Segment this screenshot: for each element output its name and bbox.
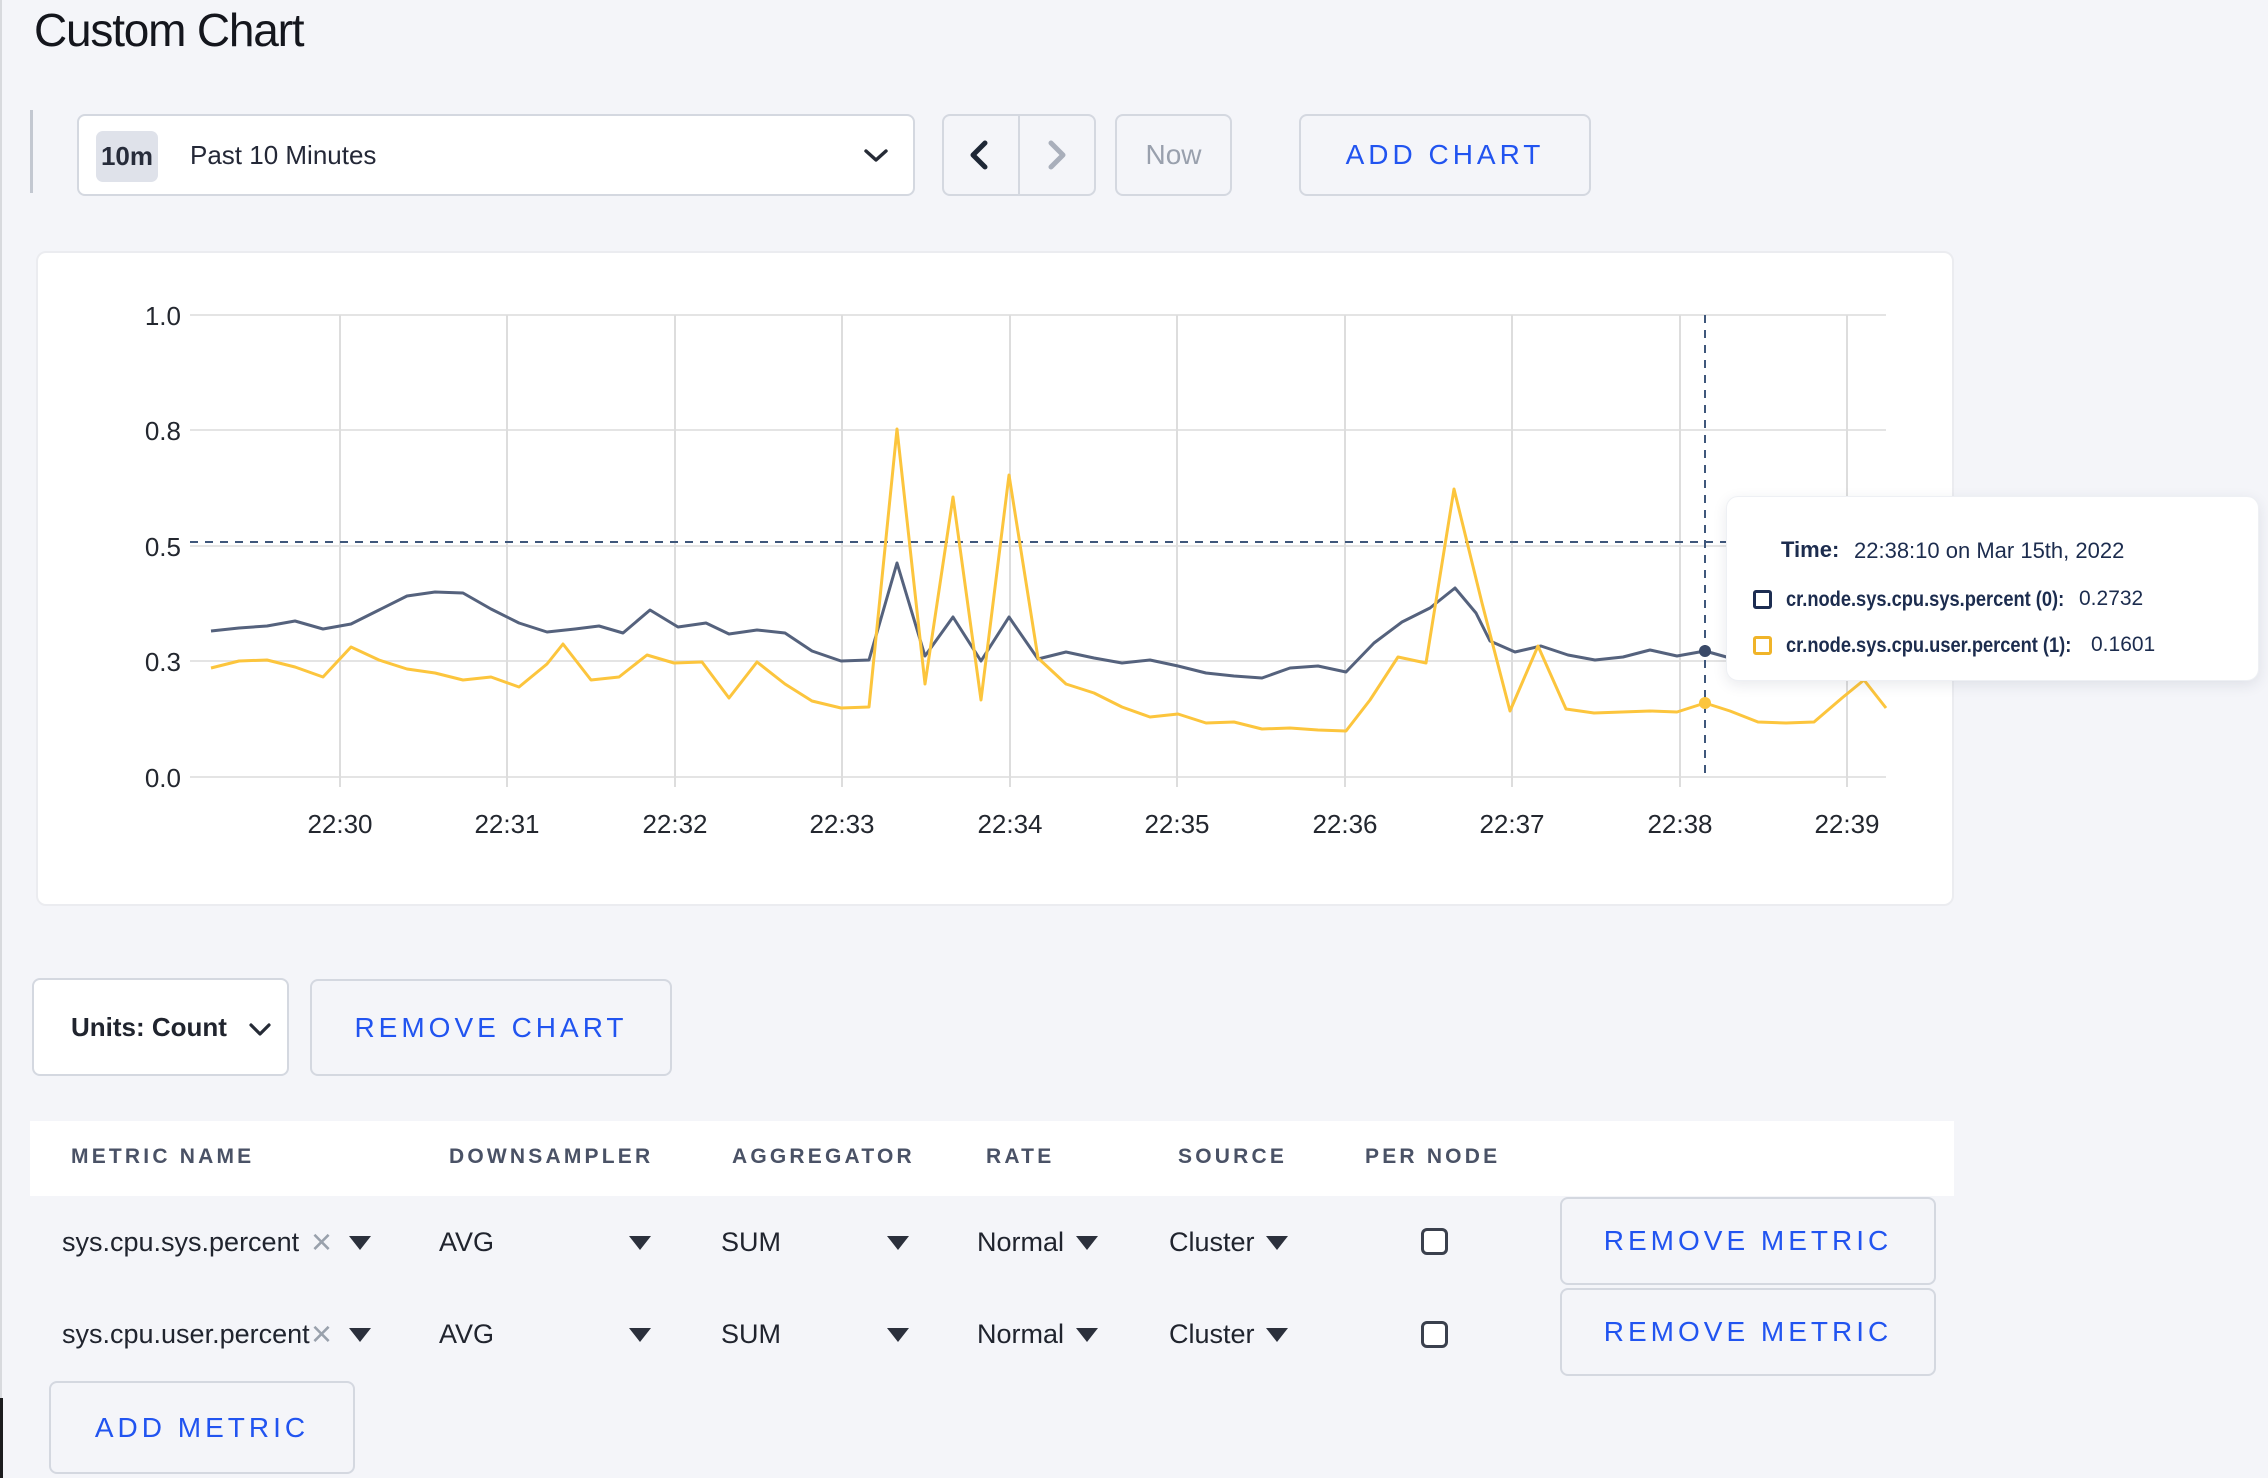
svg-text:22:35: 22:35 — [1144, 809, 1209, 839]
svg-text:1.0: 1.0 — [145, 301, 181, 331]
svg-text:22:39: 22:39 — [1814, 809, 1879, 839]
svg-text:22:31: 22:31 — [474, 809, 539, 839]
svg-text:0.3: 0.3 — [145, 647, 181, 677]
svg-text:22:37: 22:37 — [1479, 809, 1544, 839]
svg-text:22:34: 22:34 — [977, 809, 1042, 839]
svg-text:0.8: 0.8 — [145, 416, 181, 446]
svg-text:22:33: 22:33 — [809, 809, 874, 839]
svg-text:22:30: 22:30 — [307, 809, 372, 839]
svg-text:0.0: 0.0 — [145, 763, 181, 793]
svg-text:0.5: 0.5 — [145, 532, 181, 562]
svg-text:22:32: 22:32 — [642, 809, 707, 839]
svg-text:22:36: 22:36 — [1312, 809, 1377, 839]
svg-text:22:38: 22:38 — [1647, 809, 1712, 839]
